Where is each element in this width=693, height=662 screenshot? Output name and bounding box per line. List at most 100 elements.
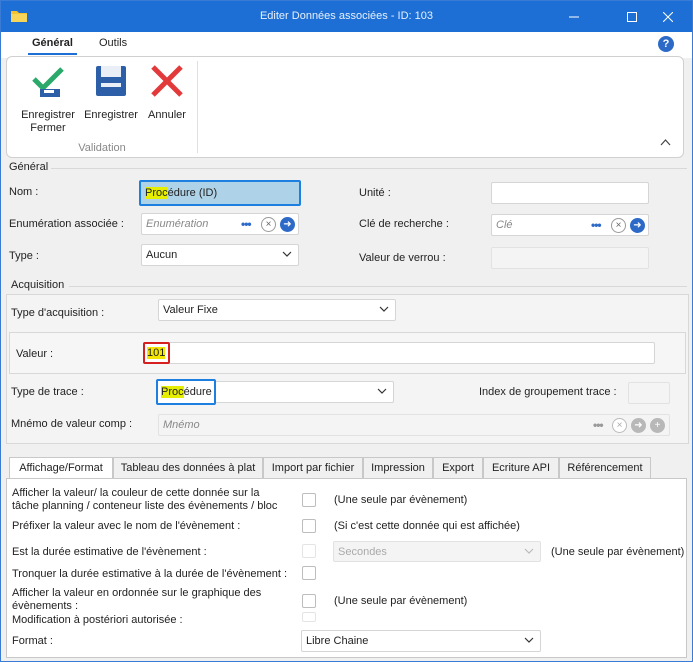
save-close-button[interactable]: Enregistrer Fermer bbox=[17, 63, 79, 135]
row1-label-line2: tâche planning / conteneur liste des évè… bbox=[12, 500, 278, 512]
verrou-label: Valeur de verrou : bbox=[359, 252, 446, 264]
format-label: Format : bbox=[12, 635, 53, 647]
row2-checkbox[interactable] bbox=[302, 519, 316, 533]
ribbon-group-divider bbox=[197, 61, 198, 153]
format-select[interactable]: Libre Chaine bbox=[301, 630, 541, 652]
minimize-icon[interactable] bbox=[551, 1, 597, 32]
save-button[interactable]: Enregistrer bbox=[83, 63, 139, 122]
trace-value-rest: édure bbox=[183, 386, 212, 398]
browse-dots-icon: ••• bbox=[593, 418, 604, 432]
type-acq-value: Valeur Fixe bbox=[163, 304, 218, 316]
cancel-icon bbox=[151, 65, 183, 97]
chevron-down-icon bbox=[524, 548, 534, 554]
nom-value-highlight: Proc bbox=[145, 187, 168, 199]
row1-label-line1: Afficher la valeur/ la couleur de cette … bbox=[12, 487, 260, 499]
clear-icon[interactable]: × bbox=[261, 217, 276, 232]
clear-icon: × bbox=[612, 418, 627, 433]
go-arrow-icon: ➜ bbox=[631, 418, 646, 433]
chevron-down-icon bbox=[282, 251, 292, 257]
row2-label: Préfixer la valeur avec le nom de l'évèn… bbox=[12, 520, 241, 532]
row3-select: Secondes bbox=[333, 541, 541, 562]
unite-input[interactable] bbox=[491, 182, 649, 204]
go-arrow-icon[interactable]: ➜ bbox=[280, 217, 295, 232]
browse-dots-icon[interactable]: ••• bbox=[591, 218, 602, 232]
row5-label: Afficher la valeur en ordonnée sur le gr… bbox=[12, 587, 261, 613]
row1-checkbox[interactable] bbox=[302, 493, 316, 507]
ribbon-tab-bar: Général Outils ? bbox=[1, 32, 692, 58]
cle-input[interactable]: Clé ••• × ➜ bbox=[491, 214, 649, 236]
close-icon[interactable] bbox=[645, 1, 691, 32]
row1-label: Afficher la valeur/ la couleur de cette … bbox=[12, 487, 277, 513]
valeur-value: 101 bbox=[147, 347, 166, 359]
add-icon: + bbox=[650, 418, 665, 433]
trace-value-box: Procédure bbox=[156, 379, 216, 405]
clear-icon[interactable]: × bbox=[611, 218, 626, 233]
help-icon[interactable]: ? bbox=[658, 36, 674, 52]
unite-label: Unité : bbox=[359, 187, 391, 199]
browse-dots-icon[interactable]: ••• bbox=[241, 217, 252, 231]
verrou-input bbox=[491, 247, 649, 269]
section-general-title: Général bbox=[9, 161, 49, 173]
row4-label: Tronquer la durée estimative à la durée … bbox=[12, 568, 288, 580]
row6-label: Modification à postériori autorisée : bbox=[12, 614, 183, 626]
row6-checkbox bbox=[302, 612, 316, 622]
enum-placeholder: Enumération bbox=[146, 218, 209, 230]
ribbon-group-label: Validation bbox=[78, 142, 126, 154]
title-bar: Editer Données associées - ID: 103 bbox=[1, 1, 692, 32]
chevron-down-icon bbox=[524, 637, 534, 643]
cancel-button[interactable]: Annuler bbox=[145, 63, 189, 122]
valeur-highlight-box: 101 bbox=[143, 342, 170, 364]
enum-input[interactable]: Enumération ••• × ➜ bbox=[141, 213, 299, 235]
trace-value-highlight: Proc bbox=[161, 386, 184, 398]
collapse-ribbon-icon[interactable] bbox=[660, 135, 671, 149]
tab-export[interactable]: Export bbox=[433, 457, 483, 479]
format-value: Libre Chaine bbox=[306, 635, 369, 647]
tab-outils[interactable]: Outils bbox=[99, 37, 127, 49]
row5-label-line2: évènements : bbox=[12, 600, 79, 612]
save-label: Enregistrer bbox=[84, 109, 138, 121]
row5-label-line1: Afficher la valeur en ordonnée sur le gr… bbox=[12, 587, 262, 599]
tab-content-affichage: Afficher la valeur/ la couleur de cette … bbox=[6, 478, 687, 658]
save-close-label-2: Fermer bbox=[30, 122, 66, 134]
enum-label: Enumération associée : bbox=[9, 218, 124, 230]
row3-label: Est la durée estimative de l'évènement : bbox=[12, 546, 207, 558]
row5-note: (Une seule par évènement) bbox=[334, 595, 468, 607]
index-input bbox=[628, 382, 670, 404]
index-label: Index de groupement trace : bbox=[479, 386, 617, 398]
chevron-down-icon bbox=[377, 388, 387, 394]
section-divider bbox=[51, 168, 687, 169]
tab-referencement[interactable]: Référencement bbox=[559, 457, 651, 479]
row5-checkbox[interactable] bbox=[302, 594, 316, 608]
cle-label: Clé de recherche : bbox=[359, 218, 449, 230]
go-arrow-icon[interactable]: ➜ bbox=[630, 218, 645, 233]
mnemo-input: Mnémo ••• × ➜ + bbox=[158, 414, 670, 436]
type-acq-select[interactable]: Valeur Fixe bbox=[158, 299, 396, 321]
row3-checkbox bbox=[302, 544, 316, 558]
type-select[interactable]: Aucun bbox=[141, 244, 299, 266]
section-divider bbox=[69, 286, 687, 287]
tab-tableau-donnees[interactable]: Tableau des données à plat bbox=[113, 457, 263, 479]
row4-checkbox[interactable] bbox=[302, 566, 316, 580]
cle-placeholder: Clé bbox=[496, 219, 513, 231]
row3-note: (Une seule par évènement) bbox=[551, 546, 685, 558]
valeur-input[interactable] bbox=[143, 342, 655, 364]
save-close-label-1: Enregistrer bbox=[21, 109, 75, 121]
nom-input[interactable]: Procédure (ID) bbox=[139, 180, 301, 206]
tab-ecriture-api[interactable]: Ecriture API bbox=[483, 457, 559, 479]
tab-affichage-format[interactable]: Affichage/Format bbox=[9, 457, 113, 480]
chevron-down-icon bbox=[379, 306, 389, 312]
tab-import-fichier[interactable]: Import par fichier bbox=[263, 457, 363, 479]
dialog-window: Editer Données associées - ID: 103 Génér… bbox=[0, 0, 693, 662]
nom-label: Nom : bbox=[9, 186, 39, 198]
tab-impression[interactable]: Impression bbox=[363, 457, 433, 479]
save-close-icon bbox=[32, 67, 64, 97]
valeur-label: Valeur : bbox=[16, 348, 54, 360]
mnemo-placeholder: Mnémo bbox=[163, 419, 200, 431]
row3-select-value: Secondes bbox=[338, 546, 387, 558]
type-label: Type : bbox=[9, 250, 39, 262]
type-acq-label: Type d'acquisition : bbox=[11, 307, 105, 319]
ribbon-panel: Enregistrer Fermer Enregistrer Annuler V… bbox=[6, 56, 684, 158]
tab-general[interactable]: Général bbox=[28, 37, 77, 55]
cancel-label: Annuler bbox=[148, 109, 186, 121]
section-acquisition-title: Acquisition bbox=[11, 279, 65, 291]
